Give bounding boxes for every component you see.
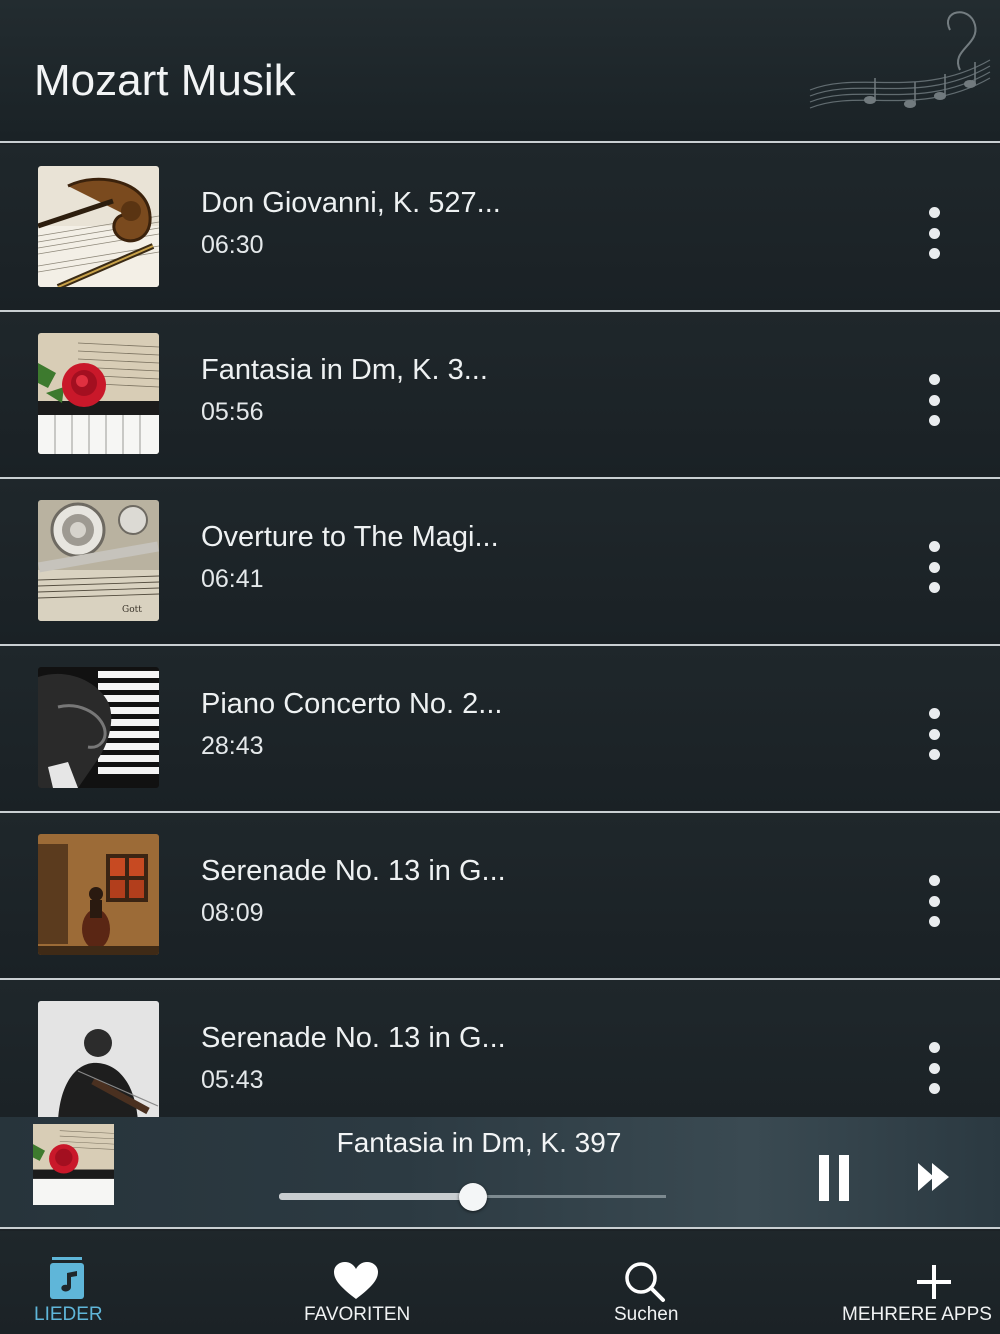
song-thumbnail: Gott [38,500,159,621]
now-playing-title: Fantasia in Dm, K. 397 [336,1127,622,1158]
song-title: Piano Concerto No. 2... [201,688,503,720]
music-note-icon [50,1257,84,1299]
tab-bar: LIEDER FAVORITEN Suchen MEHRERE APPS [0,1231,1000,1334]
song-thumbnail [38,166,159,287]
song-row[interactable]: Serenade No. 13 in G... 08:09 [0,813,1000,980]
song-duration: 05:56 [201,398,264,426]
song-title: Serenade No. 13 in G... [201,855,506,887]
song-list: Don Giovanni, K. 527... 06:30 Fantasia i… [0,145,1000,1147]
tab-favoriten[interactable]: FAVORITEN [290,1231,422,1334]
song-duration: 06:41 [201,565,264,593]
tab-label: Suchen [614,1304,679,1325]
song-title: Serenade No. 13 in G... [201,1022,506,1054]
tab-label: FAVORITEN [304,1304,411,1325]
song-title: Overture to The Magi... [201,521,499,553]
progress-fill [279,1193,473,1200]
song-row[interactable]: Fantasia in Dm, K. 3... 05:56 [0,312,1000,479]
tab-label: LIEDER [34,1304,103,1325]
tab-label: MEHRERE APPS [842,1304,992,1325]
song-thumbnail [38,667,159,788]
more-options-icon[interactable] [916,370,952,430]
fast-forward-icon[interactable] [916,1161,952,1193]
music-notes-decoration [809,11,991,109]
song-thumbnail [38,333,159,454]
progress-slider-handle[interactable] [458,1183,487,1211]
song-thumbnail [38,1001,159,1122]
more-options-icon[interactable] [916,704,952,764]
more-options-icon[interactable] [916,537,952,597]
song-duration: 05:43 [201,1066,264,1094]
more-options-icon[interactable] [916,871,952,931]
now-playing-thumbnail[interactable] [33,1124,114,1205]
app-header: Mozart Musik [0,0,1000,143]
page-title: Mozart Musik [34,56,296,105]
search-icon [625,1262,665,1302]
more-options-icon[interactable] [916,203,952,263]
more-options-icon[interactable] [916,1038,952,1098]
tab-mehrere-apps[interactable]: MEHRERE APPS [840,1231,992,1334]
song-title: Don Giovanni, K. 527... [201,187,501,219]
tab-suchen[interactable]: Suchen [600,1231,690,1334]
song-duration: 06:30 [201,231,264,259]
svg-text:Gott: Gott [122,605,142,615]
song-thumbnail [38,834,159,955]
plus-icon [917,1265,951,1299]
song-duration: 08:09 [201,899,264,927]
song-title: Fantasia in Dm, K. 3... [201,354,488,386]
tab-lieder[interactable]: LIEDER [0,1231,134,1334]
pause-button[interactable] [816,1155,852,1201]
song-duration: 28:43 [201,732,264,760]
song-row[interactable]: Don Giovanni, K. 527... 06:30 [0,145,1000,312]
song-row[interactable]: Gott Overture to The Magi... 06:41 [0,479,1000,646]
heart-icon [334,1262,378,1299]
now-playing-bar: Fantasia in Dm, K. 397 [0,1117,1000,1229]
song-row[interactable]: Piano Concerto No. 2... 28:43 [0,646,1000,813]
